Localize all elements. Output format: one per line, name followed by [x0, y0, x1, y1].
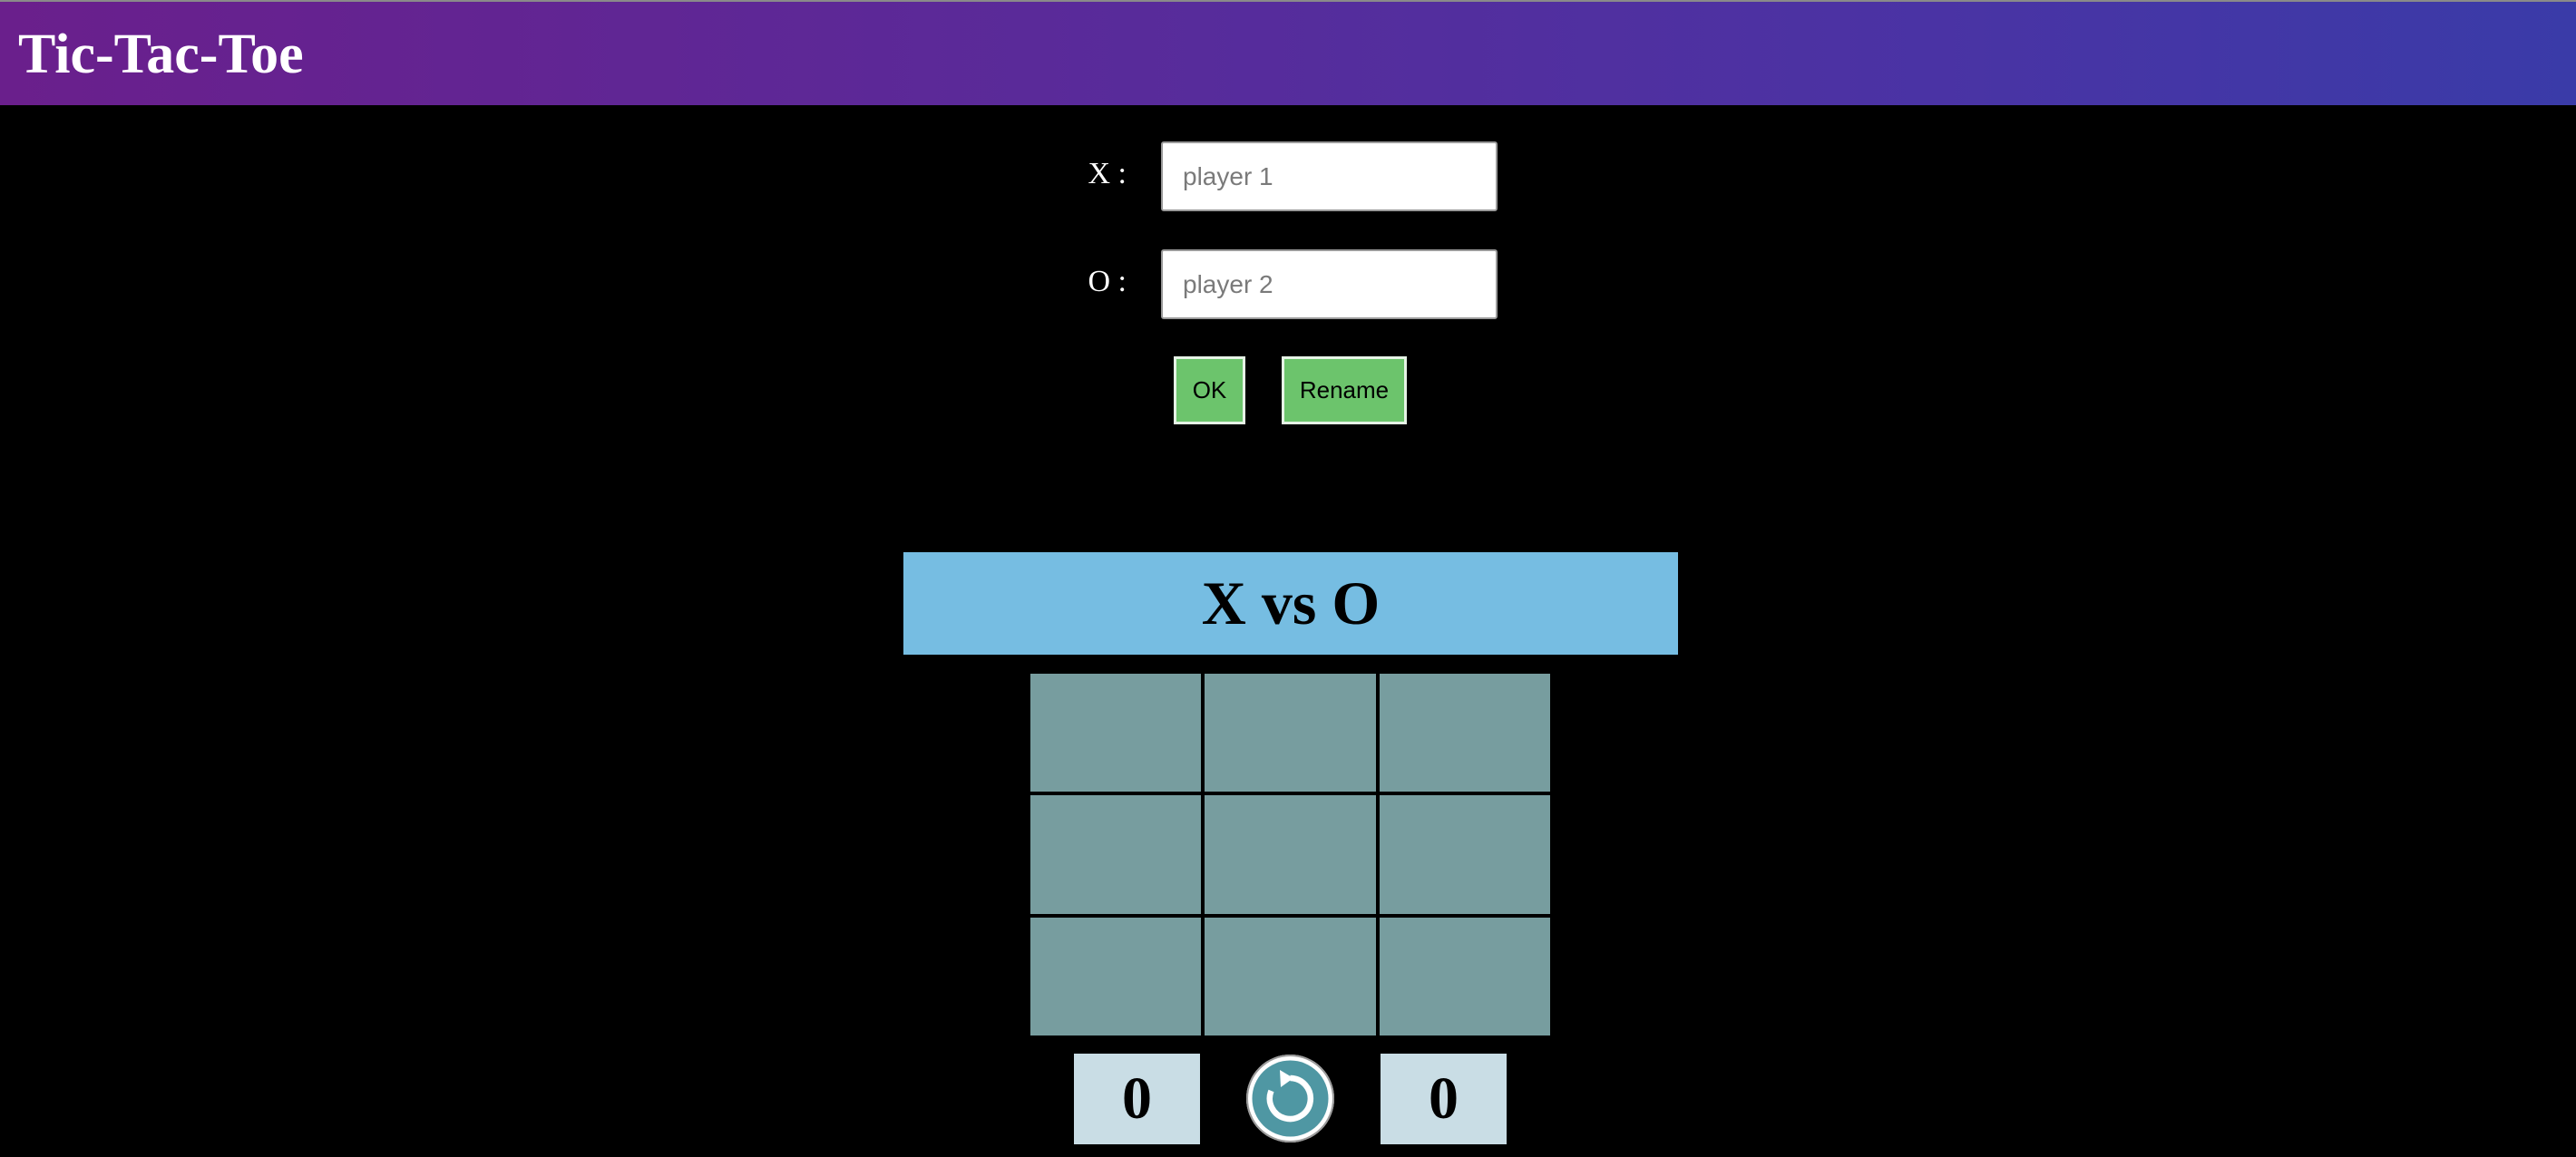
matchup-banner: X vs O: [903, 552, 1678, 655]
board-cell-8[interactable]: [1205, 917, 1376, 1035]
board-cell-4[interactable]: [1030, 795, 1202, 914]
player-o-input[interactable]: [1161, 249, 1498, 319]
player-x-input[interactable]: [1161, 141, 1498, 211]
rename-button[interactable]: Rename: [1282, 356, 1407, 424]
refresh-icon: [1252, 1060, 1329, 1137]
board-cell-1[interactable]: [1030, 674, 1202, 792]
ok-button[interactable]: OK: [1174, 356, 1245, 424]
matchup-text: X vs O: [1201, 569, 1381, 637]
board-cell-7[interactable]: [1030, 917, 1202, 1035]
header-bar: Tic-Tac-Toe: [0, 0, 2576, 105]
game-board: [1030, 674, 1550, 1035]
x-score: 0: [1074, 1054, 1200, 1144]
board-cell-2[interactable]: [1205, 674, 1376, 792]
board-cell-9[interactable]: [1379, 917, 1550, 1035]
board-cell-5[interactable]: [1205, 795, 1376, 914]
app-title: Tic-Tac-Toe: [18, 24, 304, 85]
board-cell-3[interactable]: [1379, 674, 1550, 792]
player-o-label: O :: [1088, 265, 1127, 298]
reset-button[interactable]: [1246, 1055, 1334, 1142]
board-cell-6[interactable]: [1379, 795, 1550, 914]
o-score: 0: [1381, 1054, 1507, 1144]
player-x-label: X :: [1088, 157, 1127, 190]
